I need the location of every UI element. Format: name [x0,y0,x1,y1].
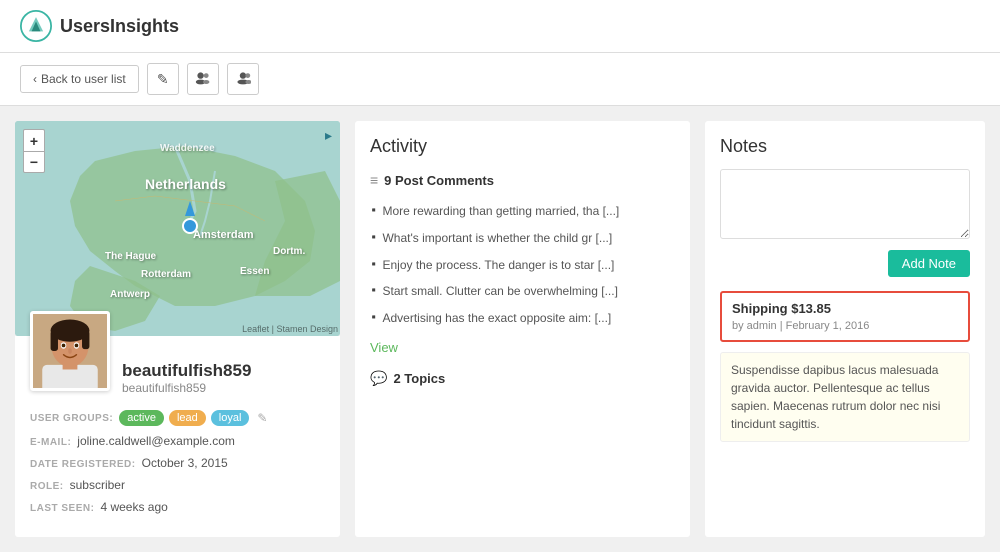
activity-item-text: Enjoy the process. The danger is to star… [382,257,614,274]
map-label-dortm: Dortm. [273,246,305,257]
activity-item-text: Start small. Clutter can be overwhelming… [382,283,617,300]
comment-icon: ≡ [370,172,378,188]
date-registered-label: DATE REGISTERED: [30,459,136,470]
map-label-essen: Essen [240,266,269,277]
add-note-button[interactable]: Add Note [888,250,970,277]
map-label-amsterdam: Amsterdam [193,229,254,241]
list-item: Enjoy the process. The danger is to star… [370,252,675,279]
notes-textarea[interactable] [720,169,970,239]
last-seen-value: 4 weeks ago [100,500,167,514]
activity-item-text: Advertising has the exact opposite aim: … [382,310,611,327]
map-container[interactable]: + − Waddenzee Netherlands Amsterdam The … [15,121,340,336]
date-registered-row: DATE REGISTERED: October 3, 2015 [30,456,325,470]
list-item: More rewarding than getting married, tha… [370,198,675,225]
post-comments-count: 9 Post Comments [384,173,494,188]
group-users-button[interactable] [187,63,219,95]
activity-item-text: What's important is whether the child gr… [382,230,612,247]
user-username: beautifulfish859 [122,381,251,395]
group-icon [195,71,211,88]
activity-panel: Activity ≡ 9 Post Comments More rewardin… [355,121,690,537]
user-card: beautifulfish859 beautifulfish859 USER G… [15,336,340,537]
email-label: E-MAIL: [30,437,71,448]
role-label: ROLE: [30,481,64,492]
user-groups-label: USER GROUPS: [30,413,113,424]
tag-lead: lead [169,410,206,426]
list-item: What's important is whether the child gr… [370,225,675,252]
user-groups: active lead loyal ✎ [119,410,270,426]
plain-note: Suspendisse dapibus lacus malesuada grav… [720,352,970,442]
highlighted-note: Shipping $13.85 by admin | February 1, 2… [720,291,970,342]
map-label-the-hague: The Hague [105,251,156,262]
notes-title: Notes [720,136,970,157]
edit-icon: ✎ [157,71,169,88]
logo-text: UsersInsights [60,16,179,37]
user-names: beautifulfish859 beautifulfish859 [122,361,251,395]
users-button[interactable] [227,63,259,95]
activity-items-list: More rewarding than getting married, tha… [370,198,675,332]
topics-count: 2 Topics [393,371,445,386]
role-value: subscriber [70,478,125,492]
user-avatar-row: beautifulfish859 beautifulfish859 [30,351,325,395]
user-groups-row: USER GROUPS: active lead loyal ✎ [30,410,325,426]
email-row: E-MAIL: joline.caldwell@example.com [30,434,325,448]
map-label-rotterdam: Rotterdam [141,269,191,280]
map-attribution: Leaflet | Stamen Design [242,324,338,334]
list-item: Advertising has the exact opposite aim: … [370,305,675,332]
main-content: + − Waddenzee Netherlands Amsterdam The … [0,106,1000,552]
user-display-name: beautifulfish859 [122,361,251,381]
map-label-antwerp: Antwerp [110,289,150,300]
tag-active: active [119,410,164,426]
map-label-waddenzee: Waddenzee [160,143,215,154]
note-body: Suspendisse dapibus lacus malesuada grav… [731,361,959,433]
topic-icon: 💬 [370,370,387,387]
role-row: ROLE: subscriber [30,478,325,492]
zoom-out-button[interactable]: − [23,151,45,173]
topics-section: 💬 2 Topics [370,370,675,387]
post-comments-header: ≡ 9 Post Comments [370,172,675,188]
logo: UsersInsights [20,10,179,42]
user-meta: USER GROUPS: active lead loyal ✎ E-MAIL:… [30,410,325,514]
notes-panel: Notes Add Note Shipping $13.85 by admin … [705,121,985,537]
users-icon [235,71,251,88]
list-item: Start small. Clutter can be overwhelming… [370,278,675,305]
activity-item-text: More rewarding than getting married, tha… [382,203,619,220]
app-header: UsersInsights [0,0,1000,53]
note-meta: by admin | February 1, 2016 [732,320,958,332]
toolbar: ‹ Back to user list ✎ [0,53,1000,106]
last-seen-row: LAST SEEN: 4 weeks ago [30,500,325,514]
email-value: joline.caldwell@example.com [77,434,235,448]
avatar [30,311,110,391]
post-comments-section: ≡ 9 Post Comments More rewarding than ge… [370,172,675,355]
view-link[interactable]: View [370,340,675,355]
date-registered-value: October 3, 2015 [142,456,228,470]
map-corner-marker: ▸ [325,127,332,144]
left-panel: + − Waddenzee Netherlands Amsterdam The … [15,121,340,537]
zoom-in-button[interactable]: + [23,129,45,151]
map-label-netherlands: Netherlands [145,176,226,192]
note-title: Shipping $13.85 [732,301,958,316]
map-controls: + − [23,129,45,173]
logo-icon [20,10,52,42]
activity-title: Activity [370,136,675,157]
chevron-left-icon: ‹ [33,72,37,86]
last-seen-label: LAST SEEN: [30,503,94,514]
edit-groups-button[interactable]: ✎ [254,410,270,426]
tag-loyal: loyal [211,410,250,426]
back-to-user-list-button[interactable]: ‹ Back to user list [20,65,139,93]
edit-user-button[interactable]: ✎ [147,63,179,95]
avatar-image [33,314,107,388]
